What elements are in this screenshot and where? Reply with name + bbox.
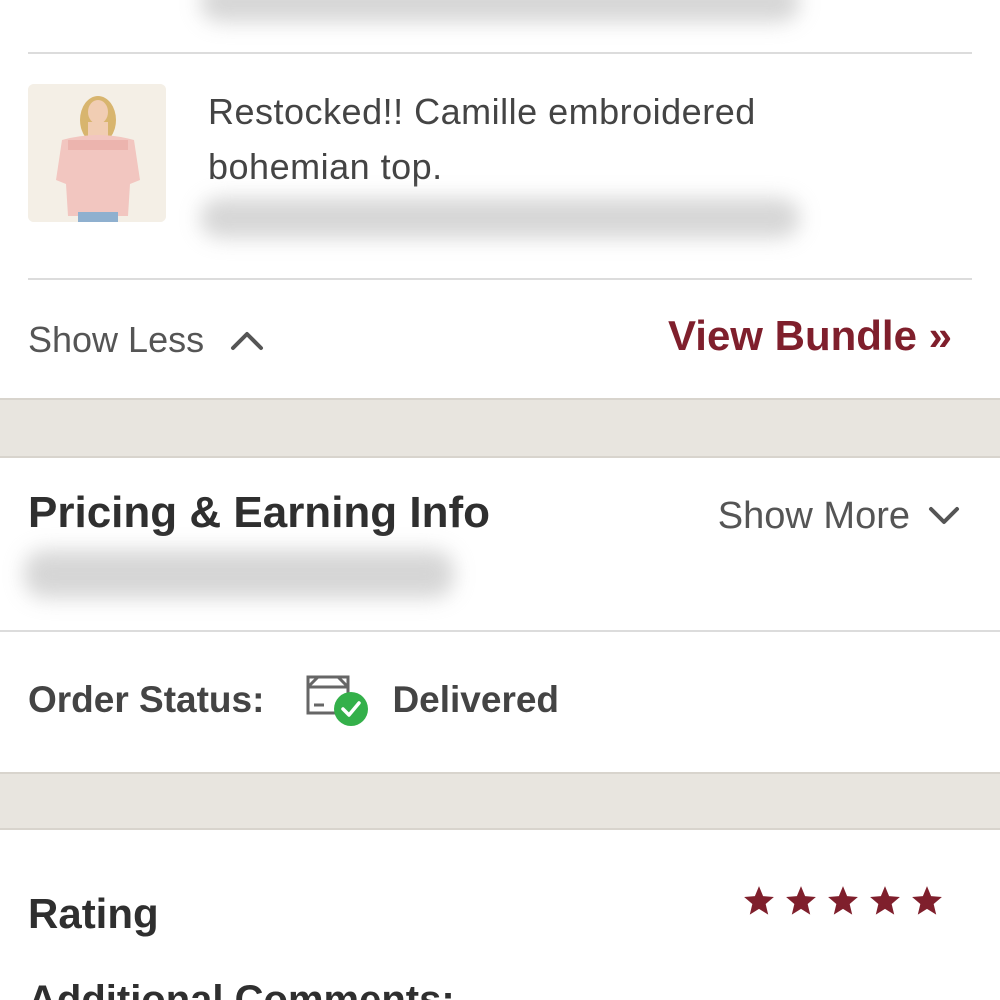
section-separator — [0, 398, 1000, 458]
star-icon — [828, 886, 858, 915]
redacted-text — [200, 198, 800, 238]
section-separator — [0, 772, 1000, 830]
product-photo — [28, 84, 166, 222]
box-delivered-icon — [306, 671, 370, 729]
product-title[interactable]: Restocked!! Camille embroidered bohemian… — [208, 84, 908, 194]
redacted-text — [200, 0, 800, 22]
order-status-row: Order Status: Delivered — [28, 668, 559, 732]
order-status-label: Order Status: — [28, 679, 265, 720]
view-bundle-link[interactable]: View Bundle » — [668, 312, 952, 360]
additional-comments-label: Additional Comments: — [28, 978, 455, 1000]
pricing-section-title: Pricing & Earning Info — [28, 488, 491, 537]
show-more-label: Show More — [717, 494, 910, 537]
divider — [0, 630, 1000, 632]
product-thumbnail[interactable] — [28, 84, 166, 222]
show-less-label: Show Less — [28, 319, 205, 360]
order-status-value: Delivered — [392, 679, 560, 720]
star-icon — [912, 886, 942, 915]
chevron-up-icon — [231, 332, 264, 350]
rating-stars — [742, 884, 944, 918]
star-icon — [744, 886, 774, 915]
show-less-button[interactable]: Show Less — [28, 318, 264, 362]
divider — [28, 278, 972, 280]
order-detail-screen: Restocked!! Camille embroidered bohemian… — [0, 0, 1000, 1000]
chevron-down-icon — [929, 507, 959, 524]
star-icon — [870, 886, 900, 915]
star-icon — [786, 886, 816, 915]
divider — [28, 52, 972, 54]
redacted-text — [24, 550, 454, 598]
rating-label: Rating — [28, 890, 159, 937]
show-more-button[interactable]: Show More — [718, 494, 960, 538]
